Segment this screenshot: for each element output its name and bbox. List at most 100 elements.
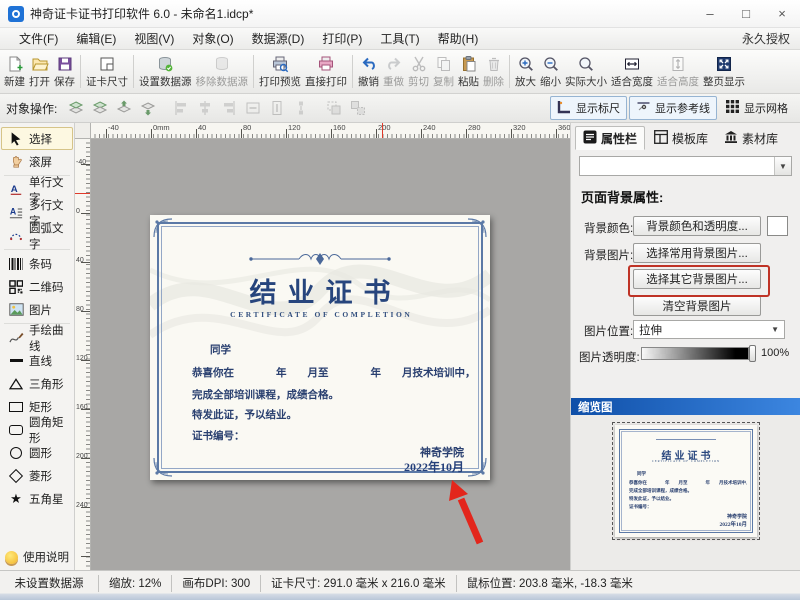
- tab-properties[interactable]: 属性栏: [575, 126, 645, 150]
- open-button[interactable]: 打开: [27, 51, 52, 92]
- opacity-slider-handle[interactable]: [749, 345, 756, 362]
- menu-print[interactable]: 打印(P): [313, 28, 371, 49]
- toolbar-label: 粘贴: [458, 74, 479, 89]
- menu-edit[interactable]: 编辑(E): [67, 28, 125, 49]
- tool-label: 条码: [29, 256, 52, 272]
- thumbnail-flourish: [656, 439, 716, 440]
- move-up-layer-icon[interactable]: [113, 97, 135, 119]
- cut-button[interactable]: 剪切: [406, 51, 431, 92]
- tool-scroll[interactable]: 滚屏: [1, 150, 73, 173]
- direct-print-button[interactable]: 直接打印: [303, 51, 349, 92]
- design-canvas[interactable]: -40 0mm 40 80 120 160 200 240 280 320 36…: [75, 123, 570, 570]
- fit-height-button[interactable]: 适合高度: [655, 51, 701, 92]
- menu-file[interactable]: 文件(F): [10, 28, 67, 49]
- align-left-icon[interactable]: [170, 97, 192, 119]
- show-grid-toggle[interactable]: 显示网格: [719, 97, 794, 119]
- align-right-icon[interactable]: [218, 97, 240, 119]
- new-button[interactable]: 新建: [2, 51, 27, 92]
- fit-width-button[interactable]: 适合宽度: [609, 51, 655, 92]
- close-button[interactable]: ×: [764, 0, 800, 27]
- tab-template-library[interactable]: 模板库: [647, 126, 715, 150]
- certificate-title: 结业证书: [150, 271, 490, 310]
- show-guides-toggle[interactable]: 显示参考线: [629, 96, 717, 120]
- zoom-out-button[interactable]: 缩小: [538, 51, 563, 92]
- opacity-slider[interactable]: [641, 347, 749, 360]
- paste-icon: [459, 55, 479, 74]
- thumbnail-text-line: 证书编号：: [629, 504, 747, 510]
- remove-datasource-button[interactable]: 移除数据源: [194, 51, 251, 92]
- tool-image[interactable]: 图片: [1, 298, 73, 321]
- show-ruler-toggle[interactable]: 显示标尺: [550, 96, 627, 120]
- print-preview-button[interactable]: 打印预览: [257, 51, 303, 92]
- ruler-label: 0: [76, 208, 80, 215]
- card-size-button[interactable]: 证卡尺寸: [84, 51, 130, 92]
- tool-arc-text[interactable]: 圆弧文字: [1, 224, 73, 247]
- tool-freehand-curve[interactable]: 手绘曲线: [1, 326, 73, 349]
- send-to-back-icon[interactable]: [89, 97, 111, 119]
- bg-color-button[interactable]: 背景颜色和透明度...: [633, 216, 761, 236]
- tool-label: 滚屏: [29, 154, 52, 170]
- zoom-in-button[interactable]: 放大: [513, 51, 538, 92]
- tool-select[interactable]: 选择: [1, 127, 73, 150]
- save-button[interactable]: 保存: [52, 51, 77, 92]
- circle-icon: [7, 445, 25, 461]
- undo-button[interactable]: 撤销: [356, 51, 381, 92]
- move-down-layer-icon[interactable]: [137, 97, 159, 119]
- set-datasource-button[interactable]: 设置数据源: [137, 51, 194, 92]
- tool-diamond[interactable]: 菱形: [1, 464, 73, 487]
- minimize-button[interactable]: –: [692, 0, 728, 27]
- tool-star[interactable]: ★ 五角星: [1, 487, 73, 510]
- print-preview-icon: [270, 55, 290, 74]
- tab-label: 模板库: [672, 130, 708, 147]
- dropdown-value: 拉伸: [634, 322, 771, 338]
- save-floppy-icon: [55, 55, 75, 74]
- fit-page-button[interactable]: 整页显示: [701, 51, 747, 92]
- corner-ornament-icon: [152, 456, 174, 478]
- common-bg-image-button[interactable]: 选择常用背景图片...: [633, 243, 761, 263]
- certificate-page[interactable]: 结业证书 CERTIFICATE OF COMPLETION 同学 恭喜你在 年…: [150, 215, 490, 480]
- tab-label: 属性栏: [601, 130, 637, 147]
- same-width-icon[interactable]: [242, 97, 264, 119]
- tool-barcode[interactable]: 条码: [1, 252, 73, 275]
- menu-object[interactable]: 对象(O): [183, 28, 242, 49]
- clear-bg-image-button[interactable]: 清空背景图片: [633, 296, 761, 316]
- ruler-label: 240: [76, 502, 88, 509]
- menu-help[interactable]: 帮助(H): [429, 28, 488, 49]
- tab-material-library[interactable]: 素材库: [717, 126, 785, 150]
- ruler-label: 120: [288, 123, 301, 132]
- paste-button[interactable]: 粘贴: [456, 51, 481, 92]
- maximize-button[interactable]: □: [728, 0, 764, 27]
- group-icon[interactable]: [323, 97, 345, 119]
- help-label: 使用说明: [23, 549, 69, 565]
- object-selector-dropdown[interactable]: ▼: [579, 156, 792, 176]
- help-button[interactable]: 使用说明: [5, 549, 69, 565]
- menu-tools[interactable]: 工具(T): [371, 28, 428, 49]
- thumbnail-date: 2022年10月: [629, 520, 747, 528]
- tool-qrcode[interactable]: 二维码: [1, 275, 73, 298]
- delete-button[interactable]: 删除: [481, 51, 506, 92]
- bring-to-front-icon[interactable]: [65, 97, 87, 119]
- datasource-status: 未设置数据源: [0, 575, 99, 592]
- ungroup-icon[interactable]: [347, 97, 369, 119]
- menu-datasource[interactable]: 数据源(D): [243, 28, 314, 49]
- certificate-body-line: 证书编号：: [192, 428, 464, 443]
- align-center-icon[interactable]: [194, 97, 216, 119]
- toolbar-label: 放大: [515, 74, 536, 89]
- image-position-dropdown[interactable]: 拉伸 ▼: [633, 320, 785, 339]
- actual-size-button[interactable]: 实际大小: [563, 51, 609, 92]
- same-height-icon[interactable]: [266, 97, 288, 119]
- page-thumbnail[interactable]: 结业证书 CERTIFICATE OF COMPLETION 同学 恭喜你在 年…: [615, 425, 757, 537]
- menu-view[interactable]: 视图(V): [125, 28, 183, 49]
- tool-triangle[interactable]: 三角形: [1, 372, 73, 395]
- window-controls: – □ ×: [692, 0, 800, 27]
- toolbar-label: 实际大小: [565, 74, 607, 89]
- star-icon: ★: [7, 491, 25, 507]
- rounded-rectangle-icon: [7, 422, 25, 438]
- tool-rounded-rectangle[interactable]: 圆角矩形: [1, 418, 73, 441]
- bg-color-swatch[interactable]: [767, 216, 788, 236]
- copy-button[interactable]: 复制: [431, 51, 456, 92]
- equal-spacing-icon[interactable]: [290, 97, 312, 119]
- main-toolbar: 新建 打开 保存 证卡尺寸 设置数据源 移除数据源 打印预览: [0, 50, 800, 94]
- redo-button[interactable]: 重做: [381, 51, 406, 92]
- image-opacity-label: 图片透明度:: [579, 349, 640, 365]
